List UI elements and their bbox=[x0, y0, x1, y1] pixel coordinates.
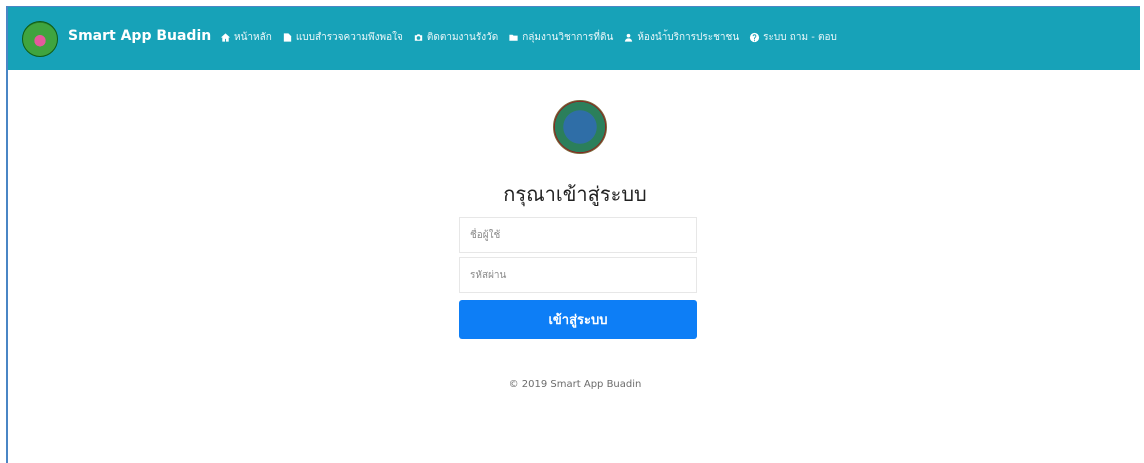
login-title: กรุณาเข้าสู่ระบบ bbox=[503, 182, 647, 206]
brand-logo-icon[interactable] bbox=[22, 21, 58, 57]
nav-item-tracking[interactable]: ติดตามงานรังวัด bbox=[413, 30, 498, 45]
folder-icon bbox=[508, 32, 519, 43]
top-navbar: Smart App Buadin หน้าหลัก แบบสำรวจความพึ… bbox=[8, 7, 1140, 70]
question-icon bbox=[749, 32, 760, 43]
nav-item-label: ระบบ ถาม - ตอบ bbox=[763, 32, 837, 43]
brand-name[interactable]: Smart App Buadin bbox=[68, 28, 211, 44]
nav-item-restroom[interactable]: ห้องนำ้บริการประชาชน bbox=[623, 30, 739, 45]
nav-item-faq[interactable]: ระบบ ถาม - ตอบ bbox=[749, 30, 837, 45]
home-icon bbox=[220, 32, 231, 43]
nav-item-label: ติดตามงานรังวัด bbox=[426, 32, 499, 43]
app-frame: Smart App Buadin หน้าหลัก แบบสำรวจความพึ… bbox=[6, 6, 1140, 463]
nav-item-survey[interactable]: แบบสำรวจความพึงพอใจ bbox=[282, 30, 403, 45]
login-button[interactable]: เข้าสู่ระบบ bbox=[459, 300, 697, 339]
nav-item-label: กลุ่มงานวิชาการที่ดิน bbox=[522, 32, 614, 43]
nav-item-label: ห้องนำ้บริการประชาชน bbox=[637, 32, 740, 43]
password-input[interactable] bbox=[459, 257, 697, 293]
user-icon bbox=[623, 32, 634, 43]
nav-item-label: แบบสำรวจความพึงพอใจ bbox=[295, 32, 403, 43]
footer-copyright: © 2019 Smart App Buadin bbox=[508, 379, 642, 390]
nav-item-land-tech[interactable]: กลุ่มงานวิชาการที่ดิน bbox=[508, 30, 613, 45]
nav-item-home[interactable]: หน้าหลัก bbox=[220, 30, 272, 45]
main-nav: หน้าหลัก แบบสำรวจความพึงพอใจ ติดตามงานรั… bbox=[220, 30, 837, 45]
document-icon bbox=[282, 32, 293, 43]
nav-item-label: หน้าหลัก bbox=[234, 32, 272, 43]
camera-icon bbox=[413, 32, 424, 43]
organization-seal-icon bbox=[553, 100, 607, 154]
username-input[interactable] bbox=[459, 217, 697, 253]
